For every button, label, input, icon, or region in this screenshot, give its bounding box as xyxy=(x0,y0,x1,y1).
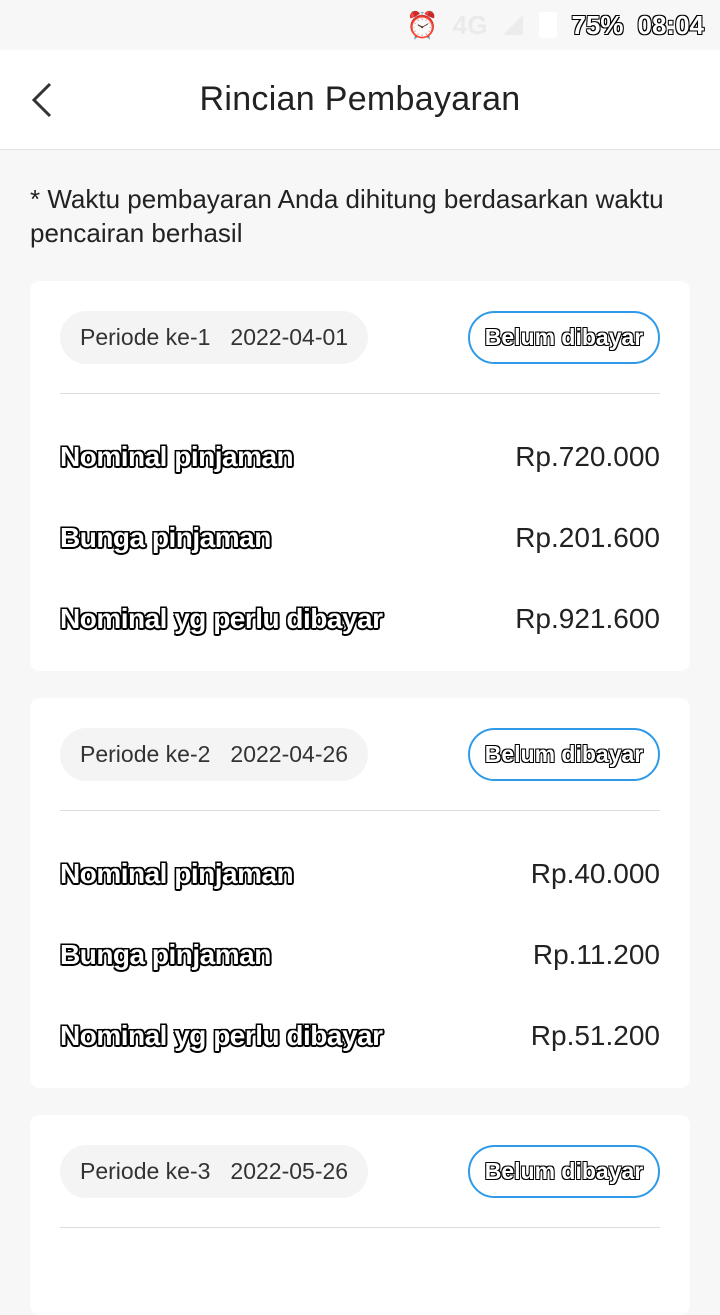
amount-list: Nominal pinjaman Rp.720.000 Bunga pinjam… xyxy=(30,394,690,671)
status-badge[interactable]: Belum dibayar xyxy=(468,728,660,781)
row-value: Rp.40.000 xyxy=(530,857,660,889)
period-label: Periode ke-3 xyxy=(80,1158,211,1184)
signal-icon xyxy=(503,15,524,35)
period-date: 2022-04-26 xyxy=(230,741,349,767)
row-value: Rp.921.600 xyxy=(515,602,660,634)
period-pill: Periode ke-3 2022-05-26 xyxy=(60,1145,369,1198)
amount-row: Nominal pinjaman Rp.720.000 xyxy=(60,416,660,497)
row-label: Nominal yg perlu dibayar xyxy=(60,602,383,634)
amount-row: Bunga pinjaman Rp.11.200 xyxy=(60,914,660,995)
row-label: Nominal pinjaman xyxy=(60,857,294,889)
row-value: Rp.720.000 xyxy=(515,440,660,472)
amount-row: Nominal yg perlu dibayar Rp.51.200 xyxy=(60,995,660,1076)
row-label: Bunga pinjaman xyxy=(60,521,271,553)
period-date: 2022-05-26 xyxy=(230,1158,349,1184)
period-card-header: Periode ke-3 2022-05-26 Belum dibayar xyxy=(30,1115,690,1228)
row-label: Nominal yg perlu dibayar xyxy=(60,1019,383,1051)
payment-note: * Waktu pembayaran Anda dihitung berdasa… xyxy=(30,184,664,248)
divider xyxy=(60,810,660,811)
period-pill: Periode ke-1 2022-04-01 xyxy=(60,311,369,364)
period-label: Periode ke-1 xyxy=(80,324,211,350)
period-pill: Periode ke-2 2022-04-26 xyxy=(60,728,369,781)
page-title: Rincian Pembayaran xyxy=(199,80,521,118)
row-value: Rp.51.200 xyxy=(530,1019,660,1051)
period-card-header: Periode ke-1 2022-04-01 Belum dibayar xyxy=(30,281,690,394)
row-label: Nominal pinjaman xyxy=(60,440,294,472)
row-value: Rp.201.600 xyxy=(515,521,660,553)
period-label: Periode ke-2 xyxy=(80,741,211,767)
status-badge[interactable]: Belum dibayar xyxy=(468,1145,660,1198)
battery-icon xyxy=(539,12,558,38)
status-bar: ⏰ 4G 75% 08:04 xyxy=(0,0,720,50)
divider xyxy=(60,393,660,394)
row-value: Rp.11.200 xyxy=(532,938,660,970)
amount-row: Nominal yg perlu dibayar Rp.921.600 xyxy=(60,578,660,659)
row-label: Bunga pinjaman xyxy=(60,938,271,970)
network-indicator: 4G xyxy=(452,9,488,40)
clock: 08:04 xyxy=(637,9,705,40)
period-card: Periode ke-3 2022-05-26 Belum dibayar xyxy=(30,1115,690,1315)
period-card: Periode ke-2 2022-04-26 Belum dibayar No… xyxy=(30,698,690,1088)
alarm-icon: ⏰ xyxy=(406,9,439,40)
period-card: Periode ke-1 2022-04-01 Belum dibayar No… xyxy=(30,281,690,671)
amount-row: Bunga pinjaman Rp.201.600 xyxy=(60,497,660,578)
battery-percent: 75% xyxy=(571,9,624,40)
divider xyxy=(60,1227,660,1228)
status-badge[interactable]: Belum dibayar xyxy=(468,311,660,364)
period-date: 2022-04-01 xyxy=(230,324,349,350)
app-header: Rincian Pembayaran xyxy=(0,50,720,150)
amount-list: Nominal pinjaman Rp.40.000 Bunga pinjama… xyxy=(30,811,690,1088)
period-card-header: Periode ke-2 2022-04-26 Belum dibayar xyxy=(30,698,690,811)
amount-row: Nominal pinjaman Rp.40.000 xyxy=(60,833,660,914)
back-button[interactable] xyxy=(22,76,62,124)
chevron-left-icon xyxy=(31,82,52,118)
